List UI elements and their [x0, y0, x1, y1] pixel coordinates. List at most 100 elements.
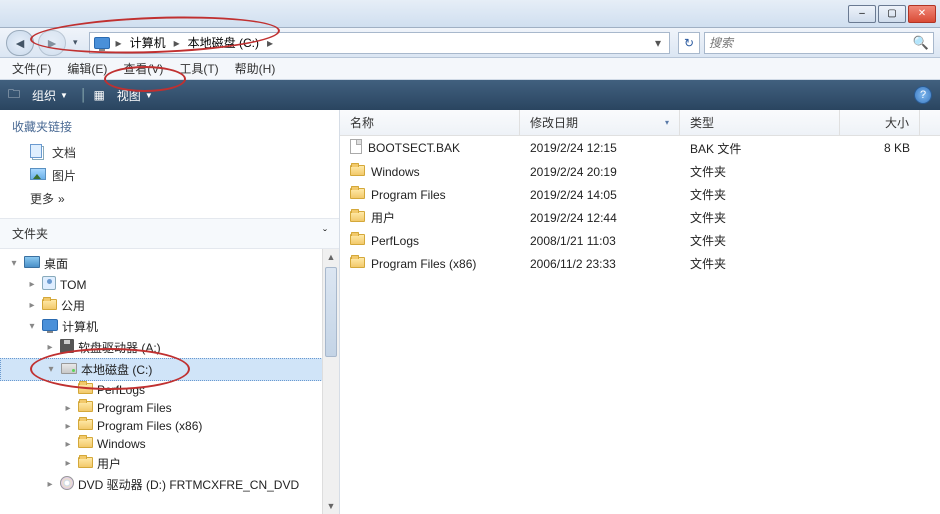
col-size[interactable]: 大小: [840, 110, 920, 135]
search-box[interactable]: 🔍: [704, 32, 934, 54]
folder-icon: [78, 401, 93, 415]
file-size: [840, 163, 920, 180]
expand-icon[interactable]: ▸: [44, 479, 56, 490]
tree-item[interactable]: ▸ TOM: [0, 274, 339, 295]
fav-more[interactable]: 更多 »: [0, 187, 339, 210]
tree-item[interactable]: PerfLogs: [0, 381, 339, 399]
folder-icon: [350, 188, 365, 202]
close-button[interactable]: ✕: [908, 5, 936, 23]
forward-button[interactable]: ►: [38, 30, 66, 56]
tree-item[interactable]: ▾桌面: [0, 253, 339, 274]
fav-more-label: 更多: [30, 190, 54, 207]
expand-icon[interactable]: ▸: [62, 421, 74, 432]
file-type: 文件夹: [680, 163, 840, 180]
tree-item[interactable]: ▸Program Files: [0, 399, 339, 417]
floppy-icon: [60, 339, 74, 356]
file-row[interactable]: 用户2019/2/24 12:44文件夹: [340, 206, 940, 229]
views-button[interactable]: 视图 ▼: [111, 85, 159, 106]
file-name: Program Files (x86): [371, 257, 476, 271]
folder-icon: [78, 457, 93, 471]
file-date: 2019/2/24 12:15: [520, 139, 680, 157]
file-date: 2019/2/24 12:44: [520, 209, 680, 226]
file-row[interactable]: PerfLogs2008/1/21 11:03文件夹: [340, 229, 940, 252]
tree-header[interactable]: 文件夹 ˇ: [0, 218, 339, 249]
file-type: 文件夹: [680, 186, 840, 203]
expand-icon[interactable]: ▾: [45, 364, 57, 375]
col-type-label: 类型: [690, 114, 714, 131]
folder-icon: [78, 383, 93, 397]
expand-icon[interactable]: ▸: [62, 458, 74, 469]
minimize-button[interactable]: –: [848, 5, 876, 23]
file-size: [840, 232, 920, 249]
col-name[interactable]: 名称: [340, 110, 520, 135]
file-row[interactable]: BOOTSECT.BAK2019/2/24 12:15BAK 文件8 KB: [340, 136, 940, 160]
file-row[interactable]: Program Files (x86)2006/11/2 23:33文件夹: [340, 252, 940, 275]
breadcrumb-computer[interactable]: 计算机: [128, 34, 168, 51]
search-icon[interactable]: 🔍: [913, 35, 929, 51]
file-name: Windows: [371, 165, 420, 179]
toolbar: 🗀 组织 ▼ │ ▦ 视图 ▼ ?: [0, 80, 940, 110]
expand-icon[interactable]: ▸: [26, 279, 38, 290]
folder-icon: [350, 165, 365, 179]
scroll-thumb[interactable]: [325, 267, 337, 357]
scroll-down-icon[interactable]: ▼: [323, 498, 339, 514]
fav-pictures[interactable]: 图片: [0, 164, 339, 187]
collapse-icon[interactable]: ˇ: [323, 227, 327, 241]
col-date[interactable]: 修改日期▾: [520, 110, 680, 135]
menu-file[interactable]: 文件(F): [6, 58, 57, 79]
address-bar[interactable]: ▸ 计算机 ▸ 本地磁盘 (C:) ▸ ▾: [89, 32, 670, 54]
breadcrumb-drive[interactable]: 本地磁盘 (C:): [186, 34, 261, 51]
chevron-right-icon: »: [58, 192, 65, 206]
tree-item[interactable]: ▸ 用户: [0, 453, 339, 474]
file-row[interactable]: Windows2019/2/24 20:19文件夹: [340, 160, 940, 183]
tree-item[interactable]: ▾本地磁盘 (C:): [0, 358, 339, 381]
file-name: Program Files: [371, 188, 446, 202]
file-name: 用户: [371, 209, 395, 226]
search-input[interactable]: [709, 36, 913, 50]
menu-edit[interactable]: 编辑(E): [61, 58, 113, 79]
history-dropdown[interactable]: ▾: [70, 37, 81, 48]
tree-item[interactable]: ▸ Program Files (x86): [0, 417, 339, 435]
tree-item-label: Program Files (x86): [97, 419, 202, 433]
organize-button[interactable]: 组织 ▼: [26, 85, 74, 106]
refresh-button[interactable]: ↻: [678, 32, 700, 54]
back-button[interactable]: ◄: [6, 30, 34, 56]
pictures-icon: [30, 168, 46, 183]
nav-row: ◄ ► ▾ ▸ 计算机 ▸ 本地磁盘 (C:) ▸ ▾ ↻ 🔍: [0, 28, 940, 58]
tree-item-label: TOM: [60, 278, 86, 292]
fav-label: 文档: [52, 144, 76, 161]
menu-view[interactable]: 查看(V): [117, 58, 169, 79]
tree-item[interactable]: ▸ 软盘驱动器 (A:): [0, 337, 339, 358]
maximize-button[interactable]: ▢: [878, 5, 906, 23]
expand-icon[interactable]: ▾: [8, 258, 20, 269]
fav-documents[interactable]: 文档: [0, 141, 339, 164]
tree-scrollbar[interactable]: ▲ ▼: [322, 249, 339, 514]
main-area: 收藏夹链接 文档 图片 更多 » 文件夹 ˇ ▾桌面▸TOM▸公用▾计算机▸软盘…: [0, 110, 940, 514]
col-type[interactable]: 类型: [680, 110, 840, 135]
menubar: 文件(F) 编辑(E) 查看(V) 工具(T) 帮助(H): [0, 58, 940, 80]
tree-item[interactable]: ▸公用: [0, 295, 339, 316]
expand-icon[interactable]: ▾: [26, 321, 38, 332]
tree-item-label: 用户: [97, 455, 121, 472]
expand-icon[interactable]: ▸: [62, 439, 74, 450]
file-row[interactable]: Program Files2019/2/24 14:05文件夹: [340, 183, 940, 206]
menu-help[interactable]: 帮助(H): [229, 58, 282, 79]
tree-item-label: 软盘驱动器 (A:): [78, 339, 161, 356]
expand-icon[interactable]: ▸: [26, 300, 38, 311]
tree-item[interactable]: ▾计算机: [0, 316, 339, 337]
breadcrumb-sep: ▸: [265, 36, 275, 50]
cd-icon: [60, 476, 74, 493]
expand-icon[interactable]: ▸: [44, 342, 56, 353]
address-dropdown[interactable]: ▾: [651, 36, 665, 50]
expand-icon[interactable]: ▸: [62, 403, 74, 414]
tree-item[interactable]: ▸DVD 驱动器 (D:) FRTMCXFRE_CN_DVD: [0, 474, 339, 495]
menu-tools[interactable]: 工具(T): [173, 58, 224, 79]
column-headers: 名称 修改日期▾ 类型 大小: [340, 110, 940, 136]
window-controls: – ▢ ✕: [848, 5, 936, 23]
file-name: BOOTSECT.BAK: [368, 141, 460, 155]
computer-icon: [94, 35, 110, 51]
help-button[interactable]: ?: [914, 86, 932, 104]
tree-item[interactable]: ▸Windows: [0, 435, 339, 453]
documents-icon: [30, 144, 46, 161]
scroll-up-icon[interactable]: ▲: [323, 249, 339, 265]
